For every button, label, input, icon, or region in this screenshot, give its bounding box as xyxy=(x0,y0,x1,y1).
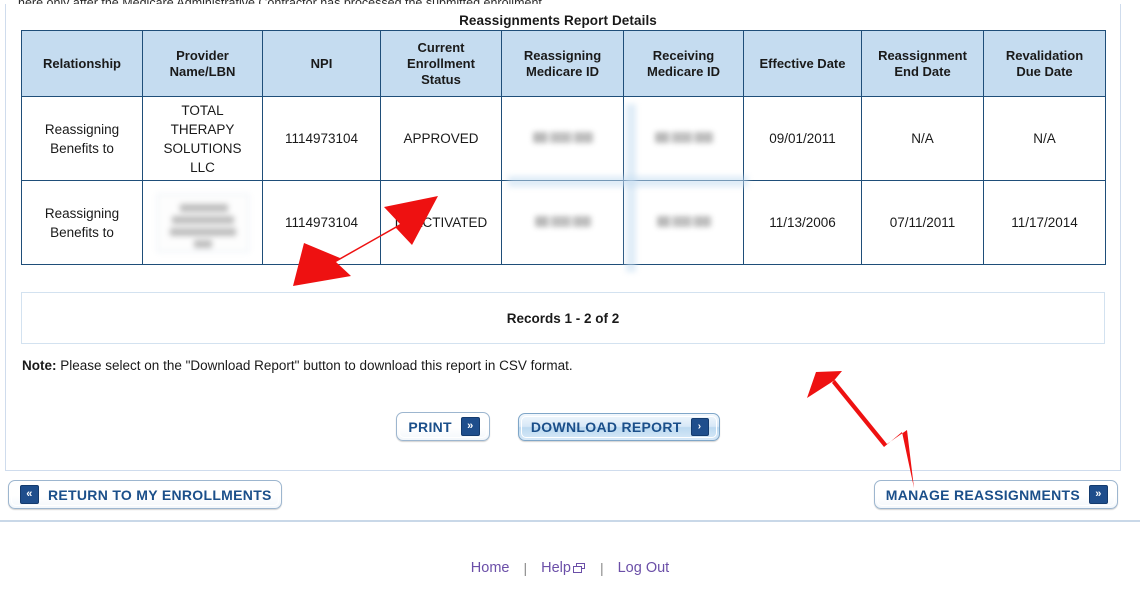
chevron-right-icon: › xyxy=(690,417,709,436)
column-header-provider-name: Provider Name/LBN xyxy=(142,30,263,97)
redacted-value xyxy=(656,216,711,227)
chevron-right-icon: » xyxy=(1089,485,1108,504)
note-body: Please select on the "Download Report" b… xyxy=(56,358,573,373)
footer-link-help[interactable]: Help xyxy=(527,560,600,576)
column-header-revalidation-due-date: Revalidation Due Date xyxy=(983,30,1106,97)
column-header-current-enrollment-status: Current Enrollment Status xyxy=(380,30,502,97)
column-header-reassigning-medicare-id: Reassigning Medicare ID xyxy=(501,30,624,97)
column-header-effective-date: Effective Date xyxy=(743,30,862,97)
cell-npi: 1114973104 xyxy=(262,96,381,181)
cell-revalidation-due-date: N/A xyxy=(983,96,1106,181)
note-text: Note: Please select on the "Download Rep… xyxy=(22,358,573,373)
cell-relationship: Reassigning Benefits to xyxy=(21,96,143,181)
footer-link-home[interactable]: Home xyxy=(457,560,524,576)
bottom-nav-left: « RETURN TO MY ENROLLMENTS xyxy=(8,480,282,509)
records-summary-bar: Records 1 - 2 of 2 xyxy=(21,292,1105,344)
redacted-value xyxy=(532,132,593,143)
report-panel: Reassignments Report Details Relationshi… xyxy=(5,4,1121,471)
cell-receiving-medicare-id-redacted xyxy=(623,180,744,265)
table-row: Reassigning Benefits to TOTAL THERAPY SO… xyxy=(21,96,1106,181)
return-to-my-enrollments-button[interactable]: « RETURN TO MY ENROLLMENTS xyxy=(8,480,282,509)
column-header-relationship: Relationship xyxy=(21,30,143,97)
redacted-value xyxy=(654,132,713,143)
cell-current-enrollment-status: DEACTIVATED xyxy=(380,180,502,265)
table-row: Reassigning Benefits to 1114973104 DEACT… xyxy=(21,180,1106,265)
footer-links: Home | Help | Log Out xyxy=(0,560,1140,576)
cell-provider-name: TOTAL THERAPY SOLUTIONS LLC xyxy=(142,96,263,181)
print-button-label: PRINT xyxy=(408,418,452,435)
note-label: Note: xyxy=(22,358,57,373)
table-header-row: Relationship Provider Name/LBN NPI Curre… xyxy=(21,30,1106,97)
column-header-reassignment-end-date: Reassignment End Date xyxy=(861,30,984,97)
cell-relationship: Reassigning Benefits to xyxy=(21,180,143,265)
chevron-right-icon: » xyxy=(460,417,480,436)
download-report-button-label: DOWNLOAD REPORT xyxy=(530,418,682,435)
bottom-nav-right: MANAGE REASSIGNMENTS » xyxy=(873,480,1118,509)
redacted-provider-name xyxy=(156,193,249,252)
cell-npi: 1114973104 xyxy=(262,180,381,265)
reassignments-report-table: Relationship Provider Name/LBN NPI Curre… xyxy=(21,30,1106,265)
cell-reassigning-medicare-id-redacted xyxy=(501,180,624,265)
bottom-navigation-bar: « RETURN TO MY ENROLLMENTS MANAGE REASSI… xyxy=(0,478,1140,520)
redacted-value xyxy=(534,216,591,227)
print-button[interactable]: PRINT » xyxy=(396,412,490,441)
page-title: Reassignments Report Details xyxy=(459,13,657,28)
chevron-left-icon: « xyxy=(20,485,39,504)
new-window-icon xyxy=(572,562,586,574)
manage-reassignments-label: MANAGE REASSIGNMENTS xyxy=(885,486,1080,503)
cell-reassignment-end-date: 07/11/2011 xyxy=(861,180,984,265)
cell-revalidation-due-date: 11/17/2014 xyxy=(983,180,1106,265)
return-to-my-enrollments-label: RETURN TO MY ENROLLMENTS xyxy=(48,486,272,503)
cell-reassignment-end-date: N/A xyxy=(861,96,984,181)
footer-divider xyxy=(0,520,1140,522)
cell-receiving-medicare-id-redacted xyxy=(623,96,744,181)
cell-provider-name-redacted xyxy=(142,180,263,265)
report-actions: PRINT » DOWNLOAD REPORT › xyxy=(6,412,1110,441)
cell-effective-date: 11/13/2006 xyxy=(743,180,862,265)
cell-effective-date: 09/01/2011 xyxy=(743,96,862,181)
footer-link-log-out[interactable]: Log Out xyxy=(604,560,684,576)
records-count-label: Records 1 - 2 of 2 xyxy=(506,310,620,326)
cell-reassigning-medicare-id-redacted xyxy=(501,96,624,181)
column-header-receiving-medicare-id: Receiving Medicare ID xyxy=(623,30,744,97)
column-header-npi: NPI xyxy=(262,30,381,97)
download-report-button[interactable]: DOWNLOAD REPORT › xyxy=(517,412,720,441)
cell-current-enrollment-status: APPROVED xyxy=(380,96,502,181)
manage-reassignments-button[interactable]: MANAGE REASSIGNMENTS » xyxy=(873,480,1118,509)
page-root: here only after the Medicare Administrat… xyxy=(0,0,1140,604)
